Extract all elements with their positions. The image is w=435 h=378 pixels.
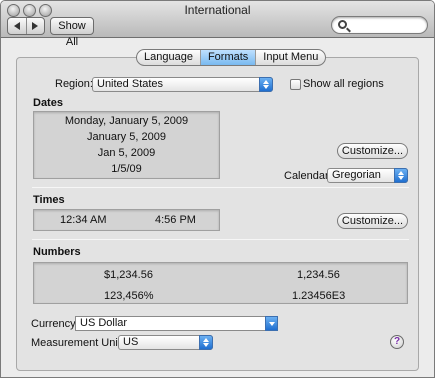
date-long: January 5, 2009 [87, 131, 166, 143]
chevron-down-icon [265, 316, 278, 331]
calendar-label: Calendar: [284, 170, 332, 182]
chevron-left-icon [13, 22, 20, 30]
times-customize-button[interactable]: Customize... [337, 213, 408, 229]
measurement-units-label: Measurement Units: [31, 337, 130, 349]
date-full: Monday, January 5, 2009 [64, 115, 189, 127]
times-heading: Times [33, 194, 65, 206]
show-all-regions-label: Show all regions [303, 78, 384, 90]
popup-arrows-icon [394, 168, 408, 183]
calendar-value: Gregorian [332, 169, 381, 181]
dates-separator [32, 187, 409, 188]
show-all-button[interactable]: Show All [50, 17, 94, 48]
popup-arrows-icon [199, 335, 213, 350]
tab-bar: Language Formats Input Menu [136, 49, 327, 66]
date-medium: Jan 5, 2009 [97, 147, 156, 159]
tab-language[interactable]: Language [137, 50, 200, 65]
dates-customize-button[interactable]: Customize... [337, 143, 408, 159]
forward-button[interactable] [25, 18, 44, 34]
region-popup[interactable]: United States [92, 77, 273, 92]
times-separator [32, 239, 409, 240]
region-label: Region: [55, 78, 93, 90]
number-percent: 123,456% [104, 290, 154, 302]
currency-combo[interactable]: US Dollar [75, 316, 278, 331]
numbers-sample-box: $1,234.56 1,234.56 123,456% 1.23456E3 [33, 262, 408, 304]
nav-back-forward [7, 17, 45, 35]
calendar-popup[interactable]: Gregorian [327, 168, 408, 183]
region-value: United States [97, 78, 164, 90]
numbers-heading: Numbers [33, 246, 81, 258]
search-input[interactable] [331, 16, 428, 34]
time-short: 12:34 AM [60, 214, 107, 226]
help-button[interactable]: ? [390, 335, 404, 349]
tab-input-menu[interactable]: Input Menu [255, 50, 325, 65]
tab-formats[interactable]: Formats [199, 50, 256, 65]
dates-sample-box: Monday, January 5, 2009 January 5, 2009 … [33, 111, 220, 179]
dates-heading: Dates [33, 97, 63, 109]
number-currency: $1,234.56 [104, 269, 153, 281]
back-button[interactable] [8, 18, 26, 34]
preferences-window: International Show All Language Formats … [0, 0, 435, 378]
show-all-regions-checkbox[interactable] [290, 79, 301, 90]
measurement-units-popup[interactable]: US [118, 335, 213, 350]
chevron-right-icon [32, 22, 39, 30]
search-icon [338, 20, 347, 29]
currency-value: US Dollar [80, 317, 128, 329]
number-scientific: 1.23456E3 [292, 290, 346, 302]
popup-arrows-icon [259, 77, 273, 92]
date-short: 1/5/09 [111, 163, 142, 175]
window-title: International [184, 3, 251, 17]
times-sample-box: 12:34 AM 4:56 PM [33, 209, 220, 231]
currency-label: Currency: [31, 318, 79, 330]
measurement-units-value: US [123, 336, 139, 348]
time-afternoon: 4:56 PM [155, 214, 196, 226]
number-decimal: 1,234.56 [297, 269, 340, 281]
title-toolbar: International Show All [1, 1, 434, 48]
